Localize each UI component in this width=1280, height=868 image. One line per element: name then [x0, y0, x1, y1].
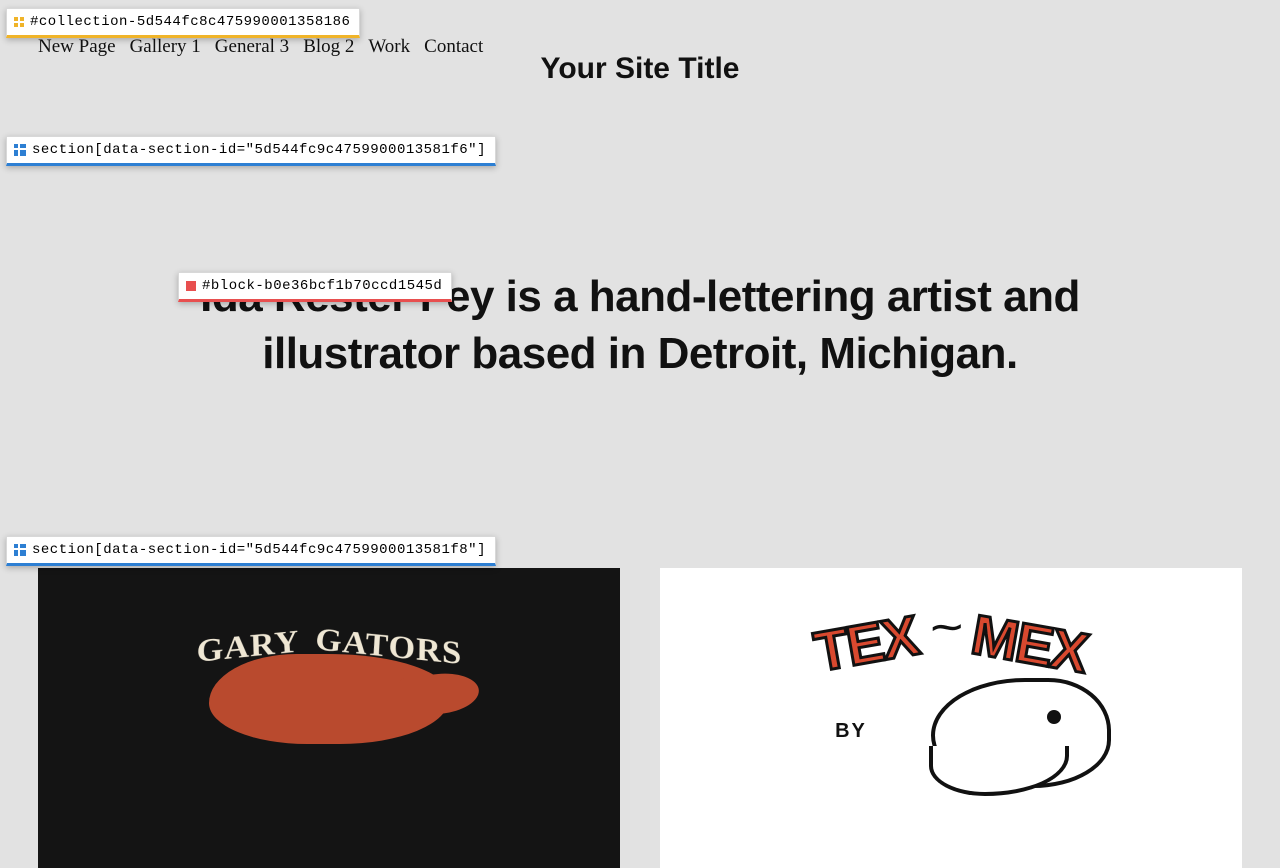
trex-icon — [901, 668, 1121, 818]
inspector-collection-tag[interactable]: #collection-5d544fc8c475990001358186 — [6, 8, 360, 38]
gators-artwork: GARY GATORS — [139, 628, 519, 744]
texmex-title: TEX ⁓ MEX — [741, 612, 1161, 660]
block-icon — [186, 281, 196, 291]
site-title[interactable]: Your Site Title — [541, 52, 740, 86]
texmex-artwork: TEX ⁓ MEX BY — [741, 612, 1161, 743]
inspector-block-tag[interactable]: #block-b0e36bcf1b70ccd1545d — [178, 272, 452, 302]
inspector-tag-label: #block-b0e36bcf1b70ccd1545d — [202, 278, 442, 294]
nav-link-blog-2[interactable]: Blog 2 — [303, 36, 354, 58]
section-icon — [14, 544, 26, 556]
inspector-section-tag-1[interactable]: section[data-section-id="5d544fc9c475990… — [6, 136, 496, 166]
section-icon — [14, 144, 26, 156]
gator-icon — [209, 654, 449, 744]
inspector-tag-label: section[data-section-id="5d544fc9c475990… — [32, 142, 486, 158]
inspector-tag-label: section[data-section-id="5d544fc9c475990… — [32, 542, 486, 558]
gallery-card-2[interactable]: TEX ⁓ MEX BY — [660, 568, 1242, 868]
nav-link-new-page[interactable]: New Page — [38, 36, 116, 58]
gallery-section: GARY GATORS TEX ⁓ MEX BY — [38, 568, 1242, 868]
nav-link-general-3[interactable]: General 3 — [215, 36, 289, 58]
grip-icon — [14, 17, 24, 27]
inspector-section-tag-2[interactable]: section[data-section-id="5d544fc9c475990… — [6, 536, 496, 566]
primary-nav: New Page Gallery 1 General 3 Blog 2 Work… — [38, 36, 483, 58]
nav-link-work[interactable]: Work — [368, 36, 410, 58]
gallery-card-1[interactable]: GARY GATORS — [38, 568, 620, 868]
texmex-word-tex: TEX — [811, 611, 921, 676]
texmex-dash: ⁓ — [932, 615, 958, 641]
nav-link-contact[interactable]: Contact — [424, 36, 483, 58]
nav-link-gallery-1[interactable]: Gallery 1 — [130, 36, 201, 58]
inspector-tag-label: #collection-5d544fc8c475990001358186 — [30, 14, 350, 30]
